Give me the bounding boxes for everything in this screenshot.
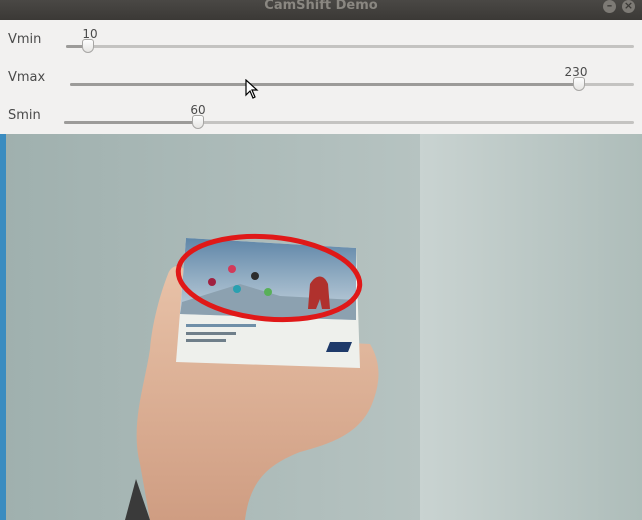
title-bar: CamShift Demo – × bbox=[0, 0, 642, 20]
window-title: CamShift Demo bbox=[264, 0, 378, 13]
slider-handle[interactable] bbox=[82, 39, 95, 53]
card-dot bbox=[251, 272, 259, 280]
slider-fill bbox=[64, 121, 198, 124]
slider-label: Smin bbox=[8, 108, 41, 123]
vmax-slider[interactable] bbox=[70, 77, 634, 91]
card-text-line bbox=[186, 324, 256, 327]
camera-view[interactable] bbox=[0, 79, 642, 520]
slider-label: Vmax bbox=[8, 70, 46, 85]
camera-frame bbox=[0, 134, 642, 520]
trackbar-panel: Vmin 10 Vmax 230 Smin 60 bbox=[0, 20, 642, 134]
card-text-line bbox=[186, 339, 226, 342]
slider-fill bbox=[70, 83, 579, 86]
smin-slider[interactable] bbox=[64, 115, 634, 129]
slider-handle[interactable] bbox=[191, 115, 204, 129]
close-icon[interactable]: × bbox=[622, 0, 635, 13]
arrow-cursor-icon bbox=[245, 79, 259, 99]
card-logo bbox=[326, 342, 352, 352]
camshift-window: CamShift Demo – × Vmin 10 Vmax 230 Smin … bbox=[0, 0, 642, 520]
card-dot bbox=[228, 265, 236, 273]
slider-row-smin: Smin 60 bbox=[0, 96, 642, 134]
card-dot bbox=[233, 285, 241, 293]
slider-handle[interactable] bbox=[572, 77, 585, 91]
card-dot bbox=[208, 278, 216, 286]
card-dot bbox=[264, 288, 272, 296]
slider-row-vmin: Vmin 10 bbox=[0, 20, 642, 58]
slider-label: Vmin bbox=[8, 32, 42, 47]
wall-right bbox=[420, 134, 642, 520]
slider-row-vmax: Vmax 230 bbox=[0, 58, 642, 96]
vmin-slider[interactable] bbox=[66, 39, 634, 53]
minimize-icon[interactable]: – bbox=[603, 0, 616, 13]
card-text-line bbox=[186, 332, 236, 335]
desktop-edge bbox=[0, 134, 6, 520]
